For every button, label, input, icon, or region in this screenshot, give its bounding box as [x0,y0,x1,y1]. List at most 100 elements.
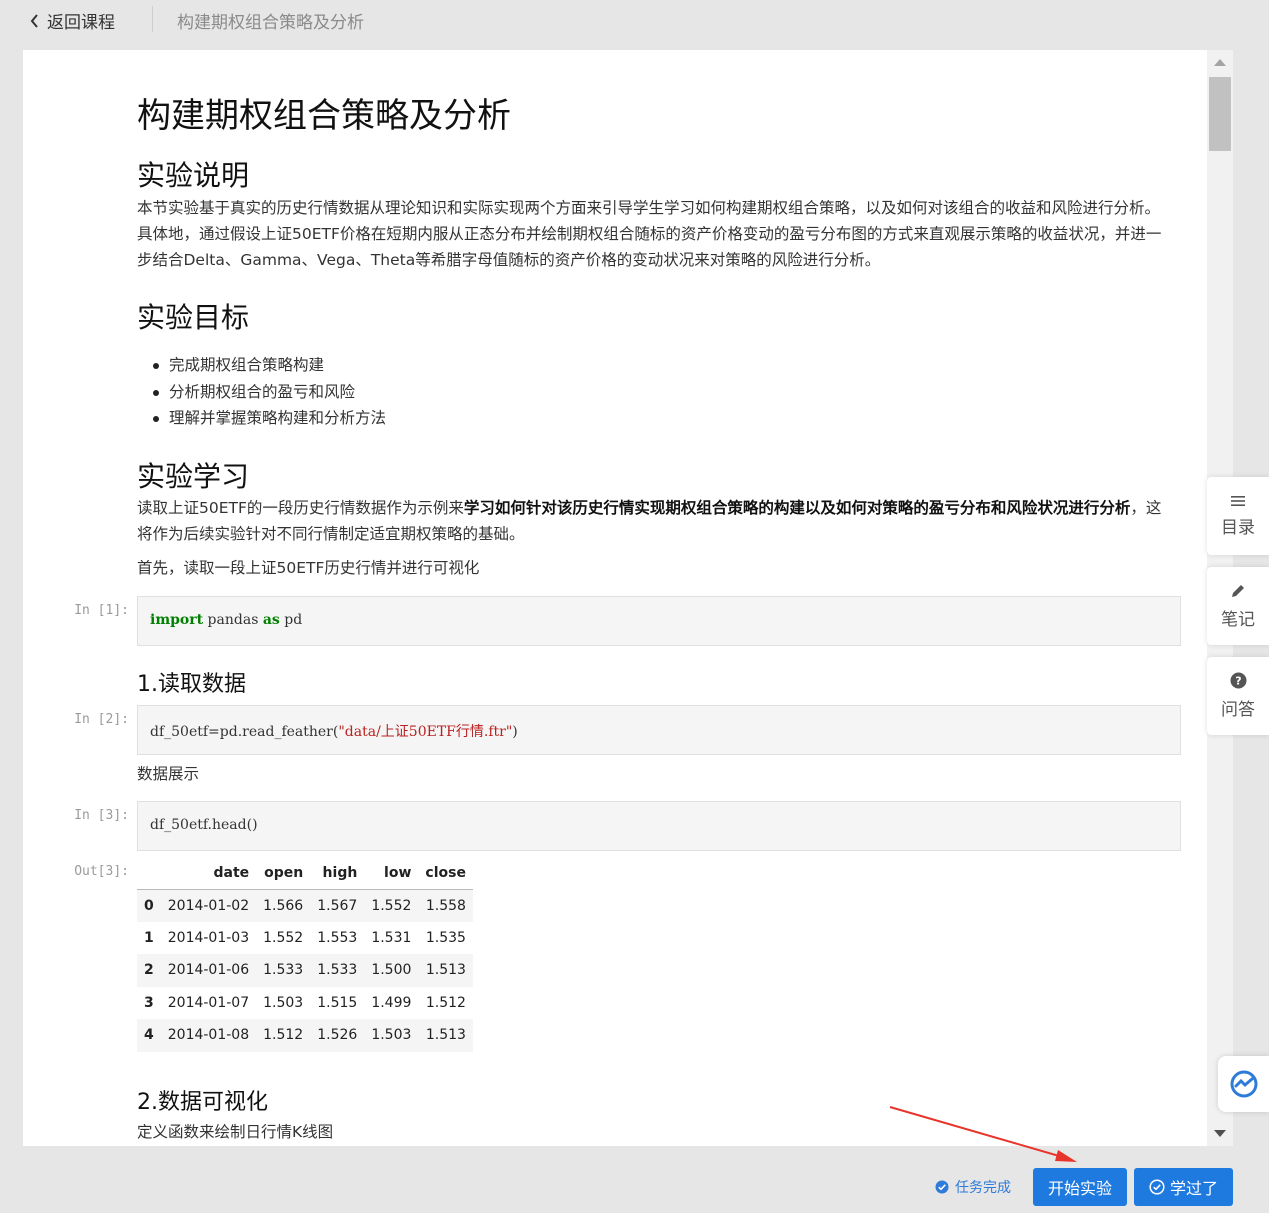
learned-label: 学过了 [1169,1179,1218,1198]
learning-text-part: 读取上证50ETF的一段历史行情数据作为示例来 [137,499,464,517]
description-text: 本节实验基于真实的历史行情数据从理论知识和实际实现两个方面来引导学生学习如何构建… [137,199,1162,269]
pencil-icon [1232,584,1244,597]
table-cell: 2014-01-02 [167,897,250,914]
column-header: low [364,858,419,890]
table-cell: 4 [144,1027,154,1044]
code-cell-3[interactable]: df_50etf.head() [137,801,1181,851]
code-text: ) [512,724,518,740]
svg-text:?: ? [1235,675,1241,688]
task-complete-link[interactable]: 任务完成 [935,1177,1011,1197]
table-cell: 2 [144,962,154,979]
table-cell: 1.567 [317,897,358,914]
top-bar: 返回课程 构建期权组合策略及分析 [0,0,1269,40]
notes-tab-label: 笔记 [1221,609,1255,630]
subheading-visualization: 2.数据可视化 [137,1090,268,1115]
table-cell: 0 [144,897,154,914]
code-cell-1[interactable]: import pandas as pd [137,596,1181,646]
code-keyword: as [262,612,280,628]
cell-prompt: In [1]: [74,603,129,618]
table-cell: 1.531 [371,929,412,946]
back-label: 返回课程 [47,13,115,33]
table-cell: 1.512 [425,994,466,1011]
output-prompt: Out[3]: [74,864,129,879]
learning-text: 读取上证50ETF的一段历史行情数据作为示例来学习如何针对该历史行情实现期权组合… [137,495,1169,547]
code-text: df_50etf.head() [150,817,258,833]
check-circle-outline-icon [1149,1179,1165,1195]
code-text: pandas [203,612,263,628]
table-row: 4 2014-01-08 1.512 1.526 1.503 1.513 [137,1019,473,1052]
data-show-text: 数据展示 [137,765,200,783]
list-item: 完成期权组合策略构建 [152,352,386,379]
start-experiment-button[interactable]: 开始实验 [1033,1168,1127,1206]
goals-list: 完成期权组合策略构建 分析期权组合的盈亏和风险 理解并掌握策略构建和分析方法 [152,352,386,432]
table-cell: 1.533 [317,962,358,979]
table-cell: 1.552 [263,929,304,946]
section-heading-goals: 实验目标 [137,301,250,334]
menu-icon [1231,495,1245,506]
code-text: df_50etf=pd.read_feather( [150,724,339,740]
column-header: open [256,858,311,890]
table-cell: 1.533 [263,962,304,979]
table-cell: 1.535 [425,929,466,946]
table-cell: 1.515 [317,994,358,1011]
cell-prompt: In [2]: [74,712,129,727]
scrollbar-thumb[interactable] [1209,77,1231,151]
divider [152,6,153,32]
code-string: "data/上证50ETF行情.ftr" [338,724,513,740]
notes-tab[interactable]: 笔记 [1207,567,1269,645]
table-cell: 1.503 [371,1027,412,1044]
table-cell: 1.513 [425,1027,466,1044]
assistant-button[interactable] [1218,1056,1269,1112]
chevron-left-icon [30,13,38,28]
table-row: 0 2014-01-02 1.566 1.567 1.552 1.558 [137,889,473,922]
question-circle-icon: ? [1230,672,1246,689]
column-header: date [160,858,257,890]
table-row: 2 2014-01-06 1.533 1.533 1.500 1.513 [137,954,473,987]
code-text: pd [279,612,303,628]
visualization-text: 定义函数来绘制日行情K线图 [137,1123,334,1141]
table-cell: 2014-01-06 [167,962,250,979]
learned-button[interactable]: 学过了 [1134,1168,1233,1206]
table-cell: 1.499 [371,994,412,1011]
start-experiment-label: 开始实验 [1047,1179,1112,1198]
table-cell: 1.558 [425,897,466,914]
page-title: 构建期权组合策略及分析 [137,96,511,136]
qa-tab-label: 问答 [1221,700,1255,720]
table-cell: 1 [144,929,154,946]
back-to-course-link[interactable]: 返回课程 [30,8,115,33]
table-cell: 1.500 [371,962,412,979]
table-row: 1 2014-01-03 1.552 1.553 1.531 1.535 [137,922,473,955]
table-cell: 1.503 [263,994,304,1011]
toc-tab[interactable]: 目录 [1207,477,1269,555]
table-cell: 2014-01-07 [167,994,250,1011]
table-cell: 1.513 [425,962,466,979]
subheading-read-data: 1.读取数据 [137,672,246,697]
scroll-down-arrow-icon[interactable] [1214,1130,1226,1137]
code-keyword: import [150,612,204,628]
table-cell: 1.526 [317,1027,358,1044]
table-cell: 2014-01-08 [167,1027,250,1044]
table-row: 3 2014-01-07 1.503 1.515 1.499 1.512 [137,987,473,1020]
cell-prompt: In [3]: [74,808,129,823]
column-header: high [310,858,365,890]
scroll-up-arrow-icon[interactable] [1214,59,1226,66]
section-heading-learning: 实验学习 [137,460,250,493]
notebook-panel: 构建期权组合策略及分析 实验说明 本节实验基于真实的历史行情数据从理论知识和实际… [23,50,1233,1146]
check-circle-icon [935,1180,949,1194]
code-cell-2[interactable]: df_50etf=pd.read_feather("data/上证50ETF行情… [137,705,1181,755]
column-header [137,858,161,890]
table-cell: 1.553 [317,929,358,946]
column-header: close [418,858,473,890]
qa-tab[interactable]: ? 问答 [1207,657,1269,735]
table-cell: 1.566 [263,897,304,914]
learning-text-2: 首先，读取一段上证50ETF历史行情并进行可视化 [137,559,480,577]
assistant-icon [1230,1070,1257,1098]
table-header-row: date open high low close [137,858,473,890]
learning-text-bold: 学习如何针对该历史行情实现期权组合策略的构建以及如何对策略的盈亏分布和风险状况进… [463,499,1131,517]
table-cell: 3 [144,994,154,1011]
list-item: 分析期权组合的盈亏和风险 [152,379,386,406]
table-cell: 2014-01-03 [167,929,250,946]
task-complete-label: 任务完成 [955,1180,1011,1196]
breadcrumb-title: 构建期权组合策略及分析 [177,13,364,33]
table-cell: 1.512 [263,1027,304,1044]
